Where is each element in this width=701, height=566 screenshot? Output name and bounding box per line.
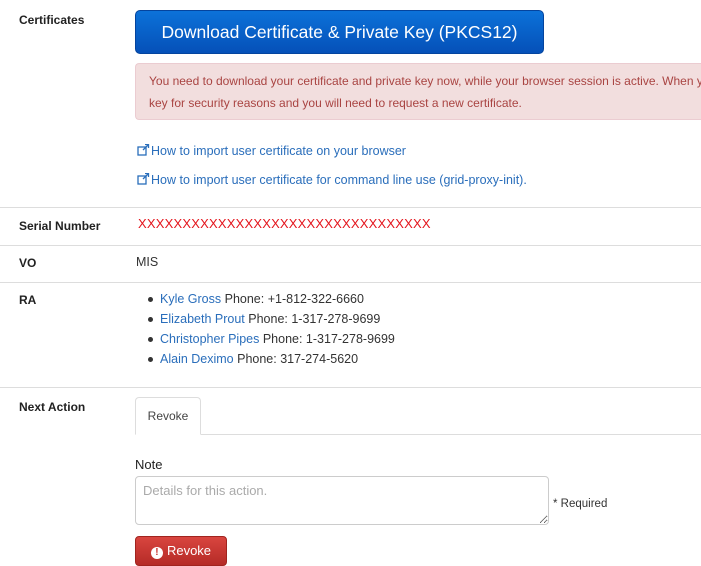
import-browser-link-label: How to import user certificate on your b… — [151, 144, 406, 158]
external-link-icon — [137, 144, 150, 156]
ra-contact-phone: Phone: 1-317-278-9699 — [259, 332, 395, 346]
ra-contact-link[interactable]: Christopher Pipes — [160, 332, 259, 346]
ra-contact-phone: Phone: +1-812-322-6660 — [221, 292, 364, 306]
next-action-label: Next Action — [19, 400, 86, 414]
ra-contact-phone: Phone: 317-274-5620 — [233, 352, 359, 366]
exclamation-circle-icon: ! — [150, 547, 163, 559]
ra-contact-link[interactable]: Kyle Gross — [160, 292, 221, 306]
ra-contact-item: Elizabeth Prout Phone: 1-317-278-9699 — [146, 312, 395, 332]
certificates-label: Certificates — [19, 13, 85, 27]
ra-contact-list: Kyle Gross Phone: +1-812-322-6660 Elizab… — [146, 292, 395, 372]
ra-contact-item: Kyle Gross Phone: +1-812-322-6660 — [146, 292, 395, 312]
tab-revoke[interactable]: Revoke — [135, 397, 201, 435]
revoke-button[interactable]: ! Revoke — [135, 536, 227, 566]
divider — [0, 207, 701, 208]
ra-contact-item: Christopher Pipes Phone: 1-317-278-9699 — [146, 332, 395, 352]
divider — [0, 282, 701, 283]
import-browser-link[interactable]: How to import user certificate on your b… — [137, 144, 406, 158]
ra-contact-item: Alain Deximo Phone: 317-274-5620 — [146, 352, 395, 372]
ra-label: RA — [19, 293, 37, 307]
tab-strip-line — [135, 434, 701, 435]
serial-number-value: XXXXXXXXXXXXXXXXXXXXXXXXXXXXXXXXX — [138, 216, 431, 231]
alert-line-2: key for security reasons and you will ne… — [149, 96, 522, 110]
ra-contact-link[interactable]: Elizabeth Prout — [160, 312, 245, 326]
external-link-icon — [137, 173, 150, 185]
divider — [0, 387, 701, 388]
revoke-button-label: Revoke — [166, 543, 212, 558]
divider — [0, 245, 701, 246]
import-cmdline-link[interactable]: How to import user certificate for comma… — [137, 173, 527, 187]
required-indicator: * Required — [553, 498, 608, 510]
ra-contact-phone: Phone: 1-317-278-9699 — [244, 312, 381, 326]
note-label: Note — [135, 457, 163, 472]
download-certificate-button[interactable]: Download Certificate & Private Key (PKCS… — [135, 10, 544, 54]
vo-label: VO — [19, 256, 37, 270]
note-textarea[interactable] — [135, 476, 549, 525]
ra-contact-link[interactable]: Alain Deximo — [160, 352, 234, 366]
alert-line-1: You need to download your certificate an… — [149, 74, 701, 88]
session-warning-alert: You need to download your certificate an… — [135, 63, 701, 120]
vo-value: MIS — [136, 255, 159, 269]
import-cmdline-link-label: How to import user certificate for comma… — [151, 173, 527, 187]
serial-number-label: Serial Number — [19, 219, 101, 233]
